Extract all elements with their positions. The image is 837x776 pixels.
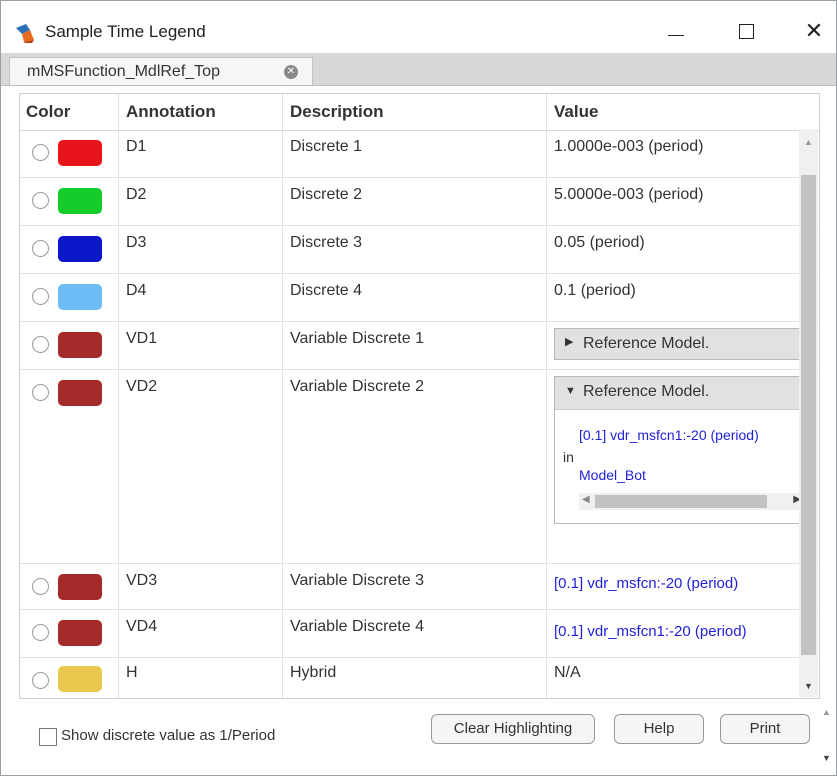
color-swatch [58,620,102,646]
scrollbar-thumb[interactable] [595,495,767,508]
annotation-cell: VD3 [126,572,158,589]
color-swatch [58,284,102,310]
description-cell: Discrete 2 [290,186,363,203]
value-cell: 1.0000e-003 (period) [554,138,704,155]
scroll-up-icon[interactable]: ▲ [804,137,813,147]
annotation-cell: VD1 [126,330,158,347]
print-button[interactable]: Print [720,714,810,744]
expand-arrow-icon: ▶ [565,336,574,348]
row-radio[interactable] [32,578,49,595]
value-link[interactable]: [0.1] vdr_msfcn:-20 (period) [554,575,738,592]
value-link[interactable]: [0.1] vdr_msfcn1:-20 (period) [554,623,747,640]
row-radio[interactable] [32,288,49,305]
table-row[interactable]: H Hybrid N/A [20,658,819,698]
value-cell: 0.05 (period) [554,234,645,251]
color-swatch [58,332,102,358]
tab-label: mMSFunction_MdlRef_Top [27,63,220,80]
sample-time-legend-window: Sample Time Legend ✕ mMSFunction_MdlRef_… [0,0,837,776]
description-cell: Variable Discrete 3 [290,572,424,589]
matlab-app-icon [16,24,34,43]
row-radio[interactable] [32,192,49,209]
annotation-cell: VD4 [126,618,158,635]
vertical-scrollbar[interactable]: ▲ ▼ [799,129,818,697]
horizontal-scrollbar[interactable]: ◀ ▶ [579,493,805,510]
model-link[interactable]: Model_Bot [579,467,646,483]
maximize-icon [738,23,754,39]
reference-model-toggle[interactable]: ▼ Reference Model. [555,377,809,410]
close-icon: ✕ [804,18,824,43]
annotation-cell: D2 [126,186,147,203]
table-row[interactable]: D2 Discrete 2 5.0000e-003 (period) [20,178,819,226]
description-cell: Variable Discrete 1 [290,330,424,347]
color-swatch [58,188,102,214]
window-title: Sample Time Legend [45,22,206,41]
reference-model-label: Reference Model. [583,383,710,400]
annotation-cell: D4 [126,282,147,299]
in-label: in [563,449,574,465]
row-radio[interactable] [32,672,49,689]
value-cell: 5.0000e-003 (period) [554,186,704,203]
help-button[interactable]: Help [614,714,704,744]
minimize-button[interactable] [653,11,699,51]
table-row[interactable]: D4 Discrete 4 0.1 (period) [20,274,819,322]
close-window-button[interactable]: ✕ [791,11,836,51]
description-cell: Discrete 1 [290,138,363,155]
show-discrete-label: Show discrete value as 1/Period [61,727,276,744]
show-discrete-checkbox[interactable] [39,728,57,746]
table-row[interactable]: VD4 Variable Discrete 4 [0.1] vdr_msfcn1… [20,610,819,658]
header-color: Color [26,102,71,121]
table-row[interactable]: VD1 Variable Discrete 1 ▶ Reference Mode… [20,322,819,370]
tab-strip: mMSFunction_MdlRef_Top ✕ [1,53,836,86]
row-radio[interactable] [32,384,49,401]
color-swatch [58,574,102,600]
description-cell: Variable Discrete 4 [290,618,424,635]
clear-highlighting-button[interactable]: Clear Highlighting [431,714,595,744]
reference-model-toggle[interactable]: ▶ Reference Model. [554,328,810,360]
reference-model-label: Reference Model. [583,335,710,352]
title-bar: Sample Time Legend ✕ [1,1,836,53]
tab-model[interactable]: mMSFunction_MdlRef_Top ✕ [9,57,313,85]
color-swatch [58,236,102,262]
collapse-arrow-icon: ▼ [565,385,576,397]
annotation-cell: D3 [126,234,147,251]
row-radio[interactable] [32,336,49,353]
table-row[interactable]: VD3 Variable Discrete 3 [0.1] vdr_msfcn:… [20,564,819,610]
table-row[interactable]: D3 Discrete 3 0.05 (period) [20,226,819,274]
tab-close-icon[interactable]: ✕ [284,65,298,79]
scrollbar-thumb[interactable] [801,175,816,655]
scroll-up-icon[interactable]: ▲ [822,707,831,717]
header-annotation: Annotation [126,102,216,121]
color-swatch [58,140,102,166]
value-cell: N/A [554,664,581,681]
annotation-cell: H [126,664,138,681]
footer-panel: Show discrete value as 1/Period Clear Hi… [19,701,834,773]
description-cell: Hybrid [290,664,337,681]
sample-time-link[interactable]: [0.1] vdr_msfcn1:-20 (period) [579,427,801,443]
header-value: Value [554,102,599,121]
scroll-left-icon[interactable]: ◀ [582,494,590,505]
color-swatch [58,380,102,406]
table-row[interactable]: D1 Discrete 1 1.0000e-003 (period) [20,130,819,178]
scroll-down-icon[interactable]: ▼ [822,753,831,763]
description-cell: Discrete 4 [290,282,363,299]
scroll-down-icon[interactable]: ▼ [804,681,813,691]
value-cell: 0.1 (period) [554,282,636,299]
description-cell: Variable Discrete 2 [290,378,424,395]
table-header: Color Annotation Description Value [20,94,819,131]
header-description: Description [290,102,384,121]
annotation-cell: VD2 [126,378,158,395]
annotation-cell: D1 [126,138,147,155]
legend-table: Color Annotation Description Value D1 Di… [19,93,820,699]
reference-model-panel: ▼ Reference Model. [0.1] vdr_msfcn1:-20 … [554,376,810,524]
footer-scrollbar[interactable]: ▲ ▼ [817,701,836,773]
minimize-icon [668,34,684,36]
maximize-button[interactable] [723,11,769,51]
table-row[interactable]: VD2 Variable Discrete 2 ▼ Reference Mode… [20,370,819,564]
color-swatch [58,666,102,692]
description-cell: Discrete 3 [290,234,363,251]
row-radio[interactable] [32,240,49,257]
row-radio[interactable] [32,144,49,161]
row-radio[interactable] [32,624,49,641]
